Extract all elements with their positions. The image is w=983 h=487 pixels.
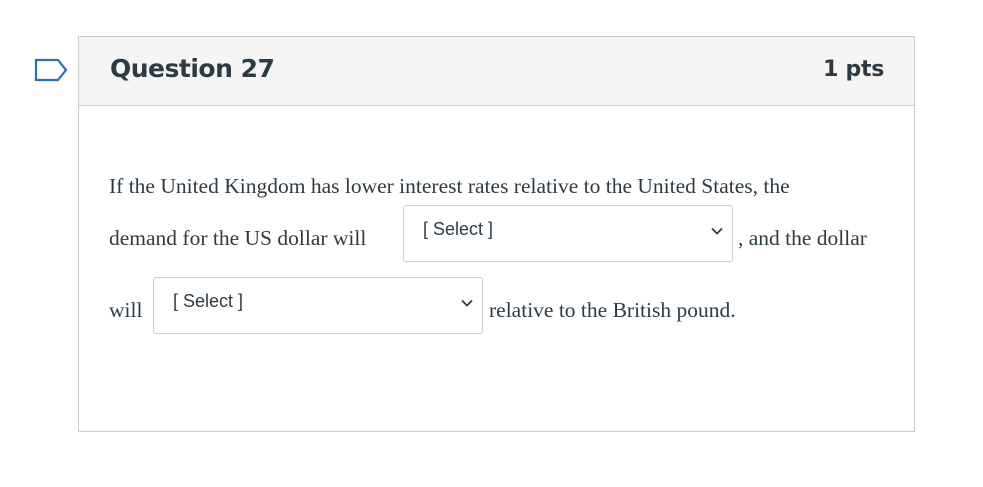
flag-question-icon[interactable] [34,58,68,82]
answer-select-2[interactable]: [ Select ] [153,277,483,334]
question-text-line-3-end: relative to the British pound. [489,298,736,322]
question-title: Question 27 [110,54,275,83]
question-text-line-2-start: demand for the US dollar will [109,226,367,250]
chevron-down-icon [461,299,473,307]
answer-select-1[interactable]: [ Select ] [403,205,733,262]
select-value: [ Select ] [423,219,494,239]
question-text-line-2-end: , and the dollar [738,226,867,250]
question-header: Question 27 1 pts [79,37,914,106]
question-text-line-3-start: will [109,298,143,322]
question-card: Question 27 1 pts If the United Kingdom … [78,36,915,432]
select-value: [ Select ] [173,291,244,311]
question-points: 1 pts [823,57,884,82]
question-text-line-1: If the United Kingdom has lower interest… [109,174,790,198]
chevron-down-icon [711,227,723,235]
